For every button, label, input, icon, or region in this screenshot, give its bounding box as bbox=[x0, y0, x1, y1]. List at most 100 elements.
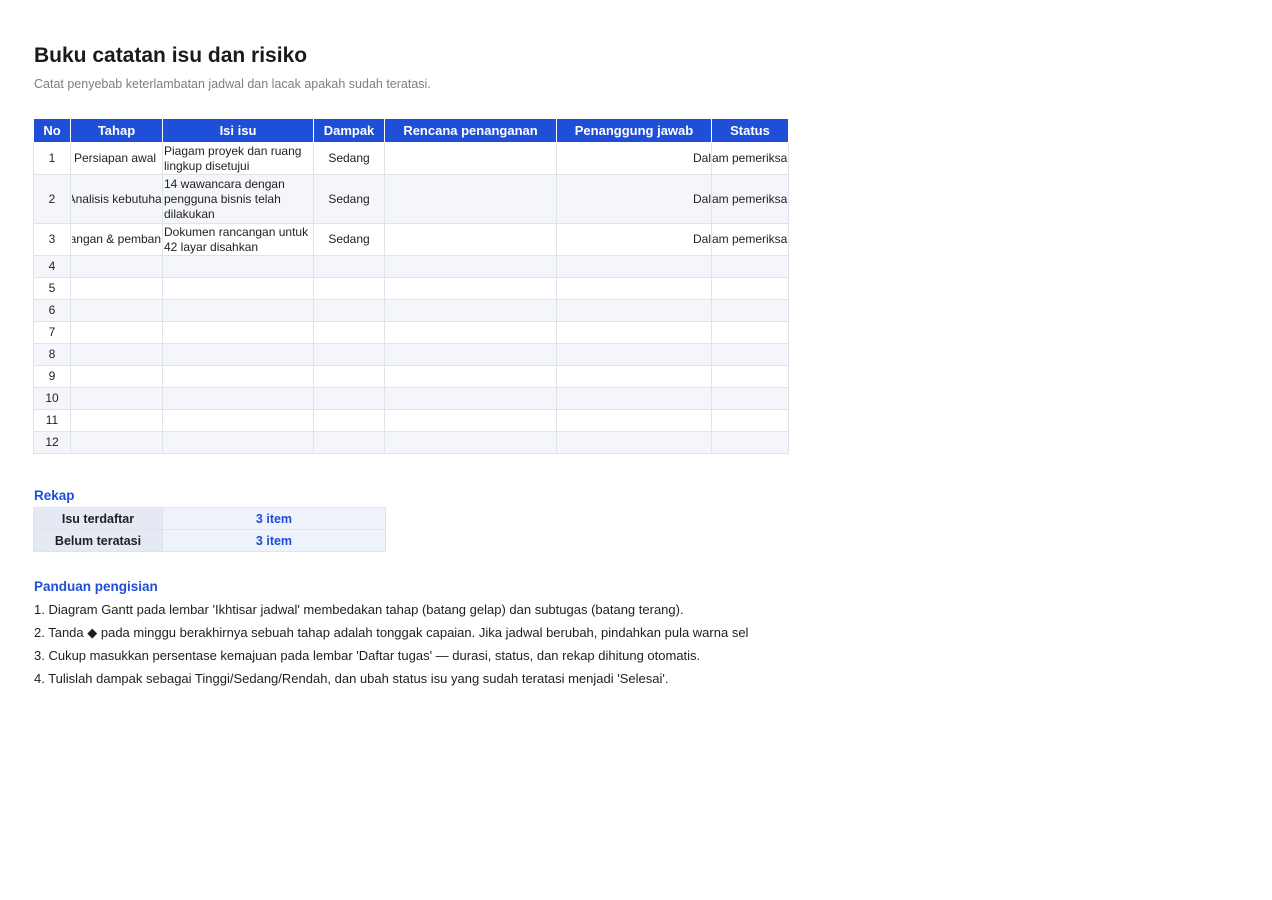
cell-no[interactable]: 11 bbox=[33, 409, 71, 432]
empty-cell[interactable] bbox=[162, 387, 314, 410]
cell-no[interactable]: 1 bbox=[33, 142, 71, 175]
cell-issue[interactable]: 14 wawancara dengan pengguna bisnis tela… bbox=[162, 174, 314, 224]
empty-cell[interactable] bbox=[384, 431, 557, 454]
empty-cell[interactable] bbox=[384, 409, 557, 432]
empty-cell[interactable] bbox=[384, 321, 557, 344]
empty-cell[interactable] bbox=[556, 387, 712, 410]
empty-cell[interactable] bbox=[313, 431, 385, 454]
empty-cell[interactable] bbox=[313, 365, 385, 388]
col-header-impact[interactable]: Dampak bbox=[313, 118, 385, 143]
cell-no[interactable]: 5 bbox=[33, 277, 71, 300]
cell-stage[interactable]: Analisis kebutuhan bbox=[70, 174, 163, 224]
empty-cell[interactable] bbox=[384, 277, 557, 300]
empty-cell[interactable] bbox=[313, 299, 385, 322]
empty-cell[interactable] bbox=[70, 431, 163, 454]
summary-value[interactable]: 3 item bbox=[162, 507, 386, 530]
cell-owner[interactable]: Dal bbox=[556, 142, 712, 175]
empty-cell[interactable] bbox=[70, 277, 163, 300]
empty-cell[interactable] bbox=[711, 277, 789, 300]
empty-cell[interactable] bbox=[162, 343, 314, 366]
cell-no[interactable]: 3 bbox=[33, 223, 71, 256]
cell-owner[interactable]: Dal bbox=[556, 174, 712, 224]
empty-cell[interactable] bbox=[313, 387, 385, 410]
empty-cell[interactable] bbox=[70, 365, 163, 388]
empty-cell[interactable] bbox=[711, 409, 789, 432]
cell-stage-text: Rancangan & pembangunan bbox=[72, 232, 161, 246]
cell-impact[interactable]: Sedang bbox=[313, 142, 385, 175]
cell-no[interactable]: 10 bbox=[33, 387, 71, 410]
cell-stage[interactable]: Persiapan awal bbox=[70, 142, 163, 175]
empty-cell[interactable] bbox=[162, 277, 314, 300]
empty-cell[interactable] bbox=[556, 299, 712, 322]
empty-cell[interactable] bbox=[162, 365, 314, 388]
empty-cell[interactable] bbox=[556, 321, 712, 344]
col-header-issue[interactable]: Isi isu bbox=[162, 118, 314, 143]
cell-impact[interactable]: Sedang bbox=[313, 174, 385, 224]
empty-cell[interactable] bbox=[711, 321, 789, 344]
cell-status[interactable]: am pemeriksa bbox=[711, 174, 789, 224]
empty-cell[interactable] bbox=[70, 321, 163, 344]
empty-cell[interactable] bbox=[162, 321, 314, 344]
empty-cell[interactable] bbox=[313, 255, 385, 278]
empty-cell[interactable] bbox=[711, 255, 789, 278]
cell-plan[interactable] bbox=[384, 223, 557, 256]
table-row: 3 Rancangan & pembangunan Dokumen rancan… bbox=[33, 223, 789, 256]
empty-cell[interactable] bbox=[162, 299, 314, 322]
empty-cell[interactable] bbox=[556, 409, 712, 432]
empty-cell[interactable] bbox=[556, 343, 712, 366]
empty-cell[interactable] bbox=[313, 321, 385, 344]
empty-cell[interactable] bbox=[70, 299, 163, 322]
guide-list: 1. Diagram Gantt pada lembar 'Ikhtisar j… bbox=[34, 600, 788, 692]
col-header-stage[interactable]: Tahap bbox=[70, 118, 163, 143]
cell-plan[interactable] bbox=[384, 174, 557, 224]
cell-no[interactable]: 9 bbox=[33, 365, 71, 388]
empty-cell[interactable] bbox=[313, 343, 385, 366]
cell-owner[interactable]: Dal bbox=[556, 223, 712, 256]
empty-cell[interactable] bbox=[384, 343, 557, 366]
empty-cell[interactable] bbox=[313, 409, 385, 432]
summary-label[interactable]: Isu terdaftar bbox=[33, 507, 163, 530]
cell-impact[interactable]: Sedang bbox=[313, 223, 385, 256]
summary-value[interactable]: 3 item bbox=[162, 529, 386, 552]
empty-cell[interactable] bbox=[384, 365, 557, 388]
col-header-plan[interactable]: Rencana penanganan bbox=[384, 118, 557, 143]
empty-cell[interactable] bbox=[556, 365, 712, 388]
cell-no[interactable]: 12 bbox=[33, 431, 71, 454]
empty-cell[interactable] bbox=[384, 255, 557, 278]
cell-no[interactable]: 8 bbox=[33, 343, 71, 366]
empty-cell[interactable] bbox=[711, 431, 789, 454]
cell-issue[interactable]: Dokumen rancangan untuk 42 layar disahka… bbox=[162, 223, 314, 256]
cell-no[interactable]: 7 bbox=[33, 321, 71, 344]
table-row: 1 Persiapan awal Piagam proyek dan ruang… bbox=[33, 142, 789, 175]
empty-cell[interactable] bbox=[70, 343, 163, 366]
cell-stage[interactable]: Rancangan & pembangunan bbox=[70, 223, 163, 256]
col-header-status[interactable]: Status bbox=[711, 118, 789, 143]
empty-cell[interactable] bbox=[162, 431, 314, 454]
empty-cell[interactable] bbox=[70, 387, 163, 410]
empty-cell[interactable] bbox=[556, 255, 712, 278]
empty-cell[interactable] bbox=[711, 343, 789, 366]
empty-cell[interactable] bbox=[384, 299, 557, 322]
col-header-owner[interactable]: Penanggung jawab bbox=[556, 118, 712, 143]
cell-status[interactable]: am pemeriksa bbox=[711, 223, 789, 256]
cell-issue[interactable]: Piagam proyek dan ruang lingkup disetuju… bbox=[162, 142, 314, 175]
empty-cell[interactable] bbox=[70, 255, 163, 278]
col-header-no[interactable]: No bbox=[33, 118, 71, 143]
empty-cell[interactable] bbox=[162, 255, 314, 278]
empty-cell[interactable] bbox=[711, 387, 789, 410]
empty-cell[interactable] bbox=[711, 299, 789, 322]
cell-no[interactable]: 2 bbox=[33, 174, 71, 224]
empty-cell[interactable] bbox=[711, 365, 789, 388]
cell-no[interactable]: 4 bbox=[33, 255, 71, 278]
summary-label[interactable]: Belum teratasi bbox=[33, 529, 163, 552]
empty-cell[interactable] bbox=[556, 277, 712, 300]
empty-cell[interactable] bbox=[162, 409, 314, 432]
empty-cell[interactable] bbox=[384, 387, 557, 410]
cell-plan[interactable] bbox=[384, 142, 557, 175]
cell-status[interactable]: am pemeriksa bbox=[711, 142, 789, 175]
empty-cell[interactable] bbox=[313, 277, 385, 300]
empty-cell[interactable] bbox=[70, 409, 163, 432]
issue-table: No Tahap Isi isu Dampak Rencana penangan… bbox=[33, 118, 789, 454]
empty-cell[interactable] bbox=[556, 431, 712, 454]
cell-no[interactable]: 6 bbox=[33, 299, 71, 322]
